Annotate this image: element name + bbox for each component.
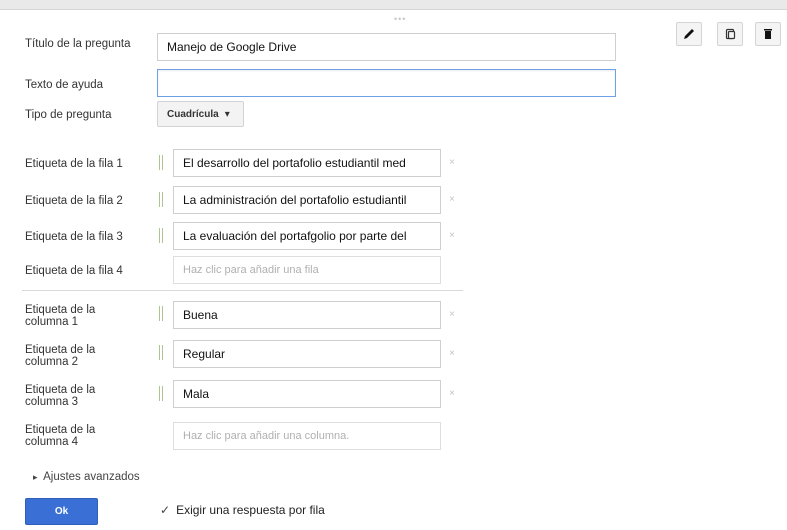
column-2-label-line1: Etiqueta de la xyxy=(25,344,96,356)
column-3-input[interactable]: Mala xyxy=(173,380,441,408)
help-label: Texto de ayuda xyxy=(25,79,104,91)
column-3-label-line1: Etiqueta de la xyxy=(25,384,96,396)
help-input[interactable] xyxy=(157,69,616,97)
remove-row-2-icon[interactable]: × xyxy=(449,194,455,205)
column-3-label: Etiqueta de la columna 3 xyxy=(25,384,95,408)
column-2-label-line2: columna 2 xyxy=(25,356,79,368)
title-label: Título de la pregunta xyxy=(25,38,131,50)
drag-grip-icon[interactable] xyxy=(159,155,163,170)
drag-grip-icon[interactable] xyxy=(159,386,163,401)
column-1-label-line2: columna 1 xyxy=(25,316,79,328)
question-type-dropdown[interactable]: Cuadrícula ▾ xyxy=(157,101,244,127)
chevron-down-icon: ▾ xyxy=(224,108,230,120)
drag-grip-icon[interactable] xyxy=(159,306,163,321)
duplicate-button[interactable] xyxy=(717,22,743,46)
delete-button[interactable] xyxy=(755,22,781,46)
column-1-label-line1: Etiqueta de la xyxy=(25,304,96,316)
remove-row-1-icon[interactable]: × xyxy=(449,157,455,168)
remove-row-3-icon[interactable]: × xyxy=(449,230,455,241)
remove-column-3-icon[interactable]: × xyxy=(449,388,455,399)
advanced-settings-label: Ajustes avanzados xyxy=(43,471,140,483)
duplicate-icon xyxy=(725,28,736,40)
column-2-input[interactable]: Regular xyxy=(173,340,441,368)
drag-handle[interactable]: ••• xyxy=(394,15,406,24)
ok-button[interactable]: Ok xyxy=(25,498,98,525)
drag-grip-icon[interactable] xyxy=(159,345,163,360)
row-4-label: Etiqueta de la fila 4 xyxy=(25,265,123,277)
remove-column-1-icon[interactable]: × xyxy=(449,309,455,320)
trash-icon xyxy=(764,29,772,39)
row-3-label: Etiqueta de la fila 3 xyxy=(25,231,123,243)
column-4-label-line2: columna 4 xyxy=(25,436,79,448)
title-input[interactable]: Manejo de Google Drive xyxy=(157,33,616,61)
column-1-input[interactable]: Buena xyxy=(173,301,441,329)
column-1-label: Etiqueta de la columna 1 xyxy=(25,304,95,328)
chevron-right-icon: ▸ xyxy=(33,472,38,482)
drag-grip-icon[interactable] xyxy=(159,192,163,207)
column-4-label: Etiqueta de la columna 4 xyxy=(25,424,95,448)
pencil-icon xyxy=(684,29,694,39)
edit-button[interactable] xyxy=(676,22,702,46)
add-column-input[interactable]: Haz clic para añadir una columna. xyxy=(173,422,441,450)
drag-grip-icon[interactable] xyxy=(159,228,163,243)
top-border xyxy=(0,0,787,10)
add-row-input[interactable]: Haz clic para añadir una fila xyxy=(173,256,441,284)
checkmark-icon: ✓ xyxy=(160,503,171,517)
column-4-label-line1: Etiqueta de la xyxy=(25,424,96,436)
advanced-settings-toggle[interactable]: ▸ Ajustes avanzados xyxy=(33,471,140,483)
column-3-label-line2: columna 3 xyxy=(25,396,79,408)
row-3-input[interactable]: La evaluación del portafgolio por parte … xyxy=(173,222,441,250)
require-response-label: Exigir una respuesta por fila xyxy=(176,503,325,517)
row-1-label: Etiqueta de la fila 1 xyxy=(25,158,123,170)
row-2-label: Etiqueta de la fila 2 xyxy=(25,195,123,207)
remove-column-2-icon[interactable]: × xyxy=(449,348,455,359)
question-type-value: Cuadrícula xyxy=(167,108,219,120)
row-2-input[interactable]: La administración del portafolio estudia… xyxy=(173,186,441,214)
row-1-input[interactable]: El desarrollo del portafolio estudiantil… xyxy=(173,149,441,177)
column-2-label: Etiqueta de la columna 2 xyxy=(25,344,95,368)
divider xyxy=(22,290,463,291)
type-label: Tipo de pregunta xyxy=(25,109,112,121)
require-response-checkbox[interactable]: ✓ Exigir una respuesta por fila xyxy=(160,503,325,517)
